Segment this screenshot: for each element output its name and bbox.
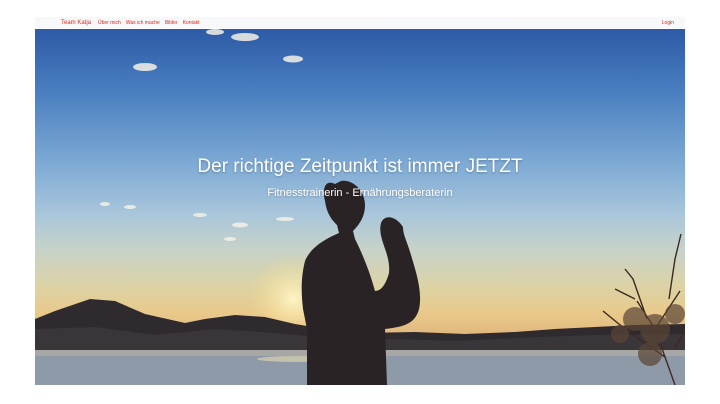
nav-links: Über mich Was ich mache Bilder Kontakt: [98, 20, 205, 26]
hero-banner: Der richtige Zeitpunkt ist immer JETZT F…: [35, 29, 685, 385]
nav-link-about[interactable]: Über mich: [98, 20, 121, 26]
hero-headline: Der richtige Zeitpunkt ist immer JETZT: [197, 156, 523, 177]
nav-link-contact[interactable]: Kontakt: [183, 20, 200, 26]
nav-link-services[interactable]: Was ich mache: [126, 20, 160, 26]
brand-link[interactable]: Team Katja: [61, 20, 91, 26]
login-link[interactable]: Login: [662, 20, 674, 26]
hero-background-image: [35, 29, 685, 385]
hero-subtitle: Fitnesstrainerin - Ernährungsberaterin: [267, 187, 453, 199]
top-navbar: Team Katja Über mich Was ich mache Bilde…: [35, 17, 685, 28]
nav-link-gallery[interactable]: Bilder: [165, 20, 178, 26]
